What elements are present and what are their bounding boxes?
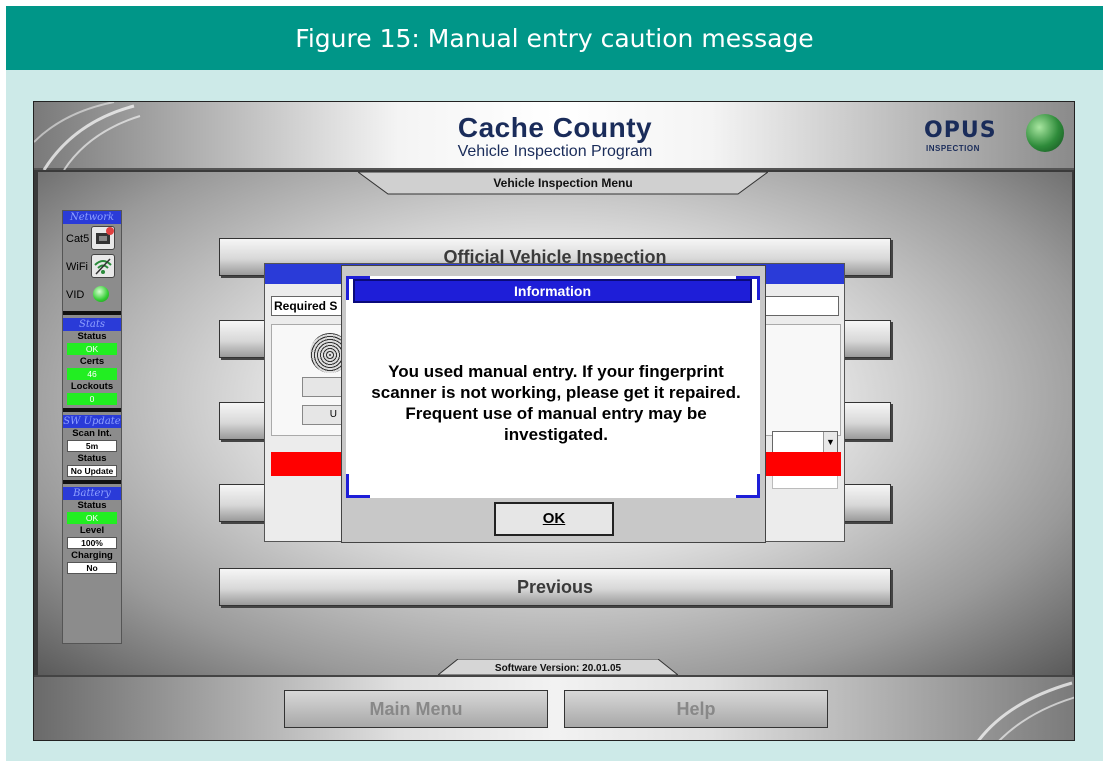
update-status-value: No Update (67, 465, 117, 477)
vid-label: VID (66, 289, 85, 301)
network-header: Network (63, 211, 121, 224)
app-title: Cache County (457, 112, 653, 143)
menu-button-3-left[interactable] (219, 402, 269, 440)
required-scan-label: Required S (271, 296, 345, 316)
lockouts-value: 0 (67, 393, 117, 405)
software-version: Software Version: 20.01.05 (494, 663, 622, 674)
status-label: Status (77, 331, 107, 342)
logo-subtext: INSPECTION (926, 144, 980, 153)
opus-logo: OPUS INSPECTION (924, 114, 1064, 160)
required-scan-field (765, 296, 839, 316)
bottom-bar: Main Menu Help (34, 675, 1074, 740)
logo-text: OPUS (924, 118, 997, 143)
help-button[interactable]: Help (564, 690, 828, 728)
figure-caption: Figure 15: Manual entry caution message (6, 6, 1103, 70)
reason-select[interactable]: ▼ (772, 431, 838, 453)
lockouts-label: Lockouts (70, 381, 114, 392)
information-content: You used manual entry. If your fingerpri… (346, 276, 760, 498)
ethernet-icon (91, 226, 115, 250)
manual-entry-button[interactable]: U (302, 405, 342, 425)
battery-level-label: Level (79, 525, 105, 536)
menu-button-2-right[interactable] (841, 320, 891, 358)
ok-button[interactable]: OK (494, 502, 614, 536)
footer-swirl-decoration (977, 681, 1074, 740)
app-subtitle: Vehicle Inspection Program (457, 143, 653, 160)
battery-status-label: Status (77, 500, 107, 511)
menu-button-3-right[interactable] (841, 402, 891, 440)
status-value: OK (67, 343, 117, 355)
cat5-label: Cat5 (66, 233, 90, 245)
battery-header: Battery (63, 487, 121, 500)
information-message: You used manual entry. If your fingerpri… (371, 362, 741, 444)
menu-button-4-right[interactable] (841, 484, 891, 522)
previous-button[interactable]: Previous (219, 568, 891, 606)
chevron-down-icon[interactable]: ▼ (823, 432, 837, 452)
globe-icon (1026, 114, 1064, 152)
information-title: Information (353, 279, 752, 303)
menu-title: Vehicle Inspection Menu (493, 176, 633, 190)
wifi-label: WiFi (66, 261, 88, 273)
corner-decoration (346, 474, 370, 498)
status-sidebar: Network Cat5 WiFi VID Stats Status OK Ce… (62, 210, 122, 644)
main-menu-button[interactable]: Main Menu (284, 690, 548, 728)
certs-value: 46 (67, 368, 117, 380)
scan-button[interactable] (302, 377, 342, 397)
battery-level-value: 100% (67, 537, 117, 549)
menu-button-2-left[interactable] (219, 320, 269, 358)
stats-header: Stats (63, 318, 121, 331)
app-header: Cache County Vehicle Inspection Program … (34, 102, 1074, 170)
wifi-icon (91, 254, 115, 278)
certs-label: Certs (79, 356, 105, 367)
charging-value: No (67, 562, 117, 574)
charging-label: Charging (71, 550, 113, 561)
corner-decoration (736, 474, 760, 498)
information-dialog: You used manual entry. If your fingerpri… (341, 265, 766, 543)
sw-update-header: SW Update (63, 415, 121, 428)
update-status-label: Status (77, 453, 107, 464)
battery-status-value: OK (67, 512, 117, 524)
scan-interval-value: 5m (67, 440, 117, 452)
scan-interval-label: Scan Int. (72, 428, 112, 439)
vid-status-icon (93, 286, 109, 302)
menu-button-4-left[interactable] (219, 484, 269, 522)
